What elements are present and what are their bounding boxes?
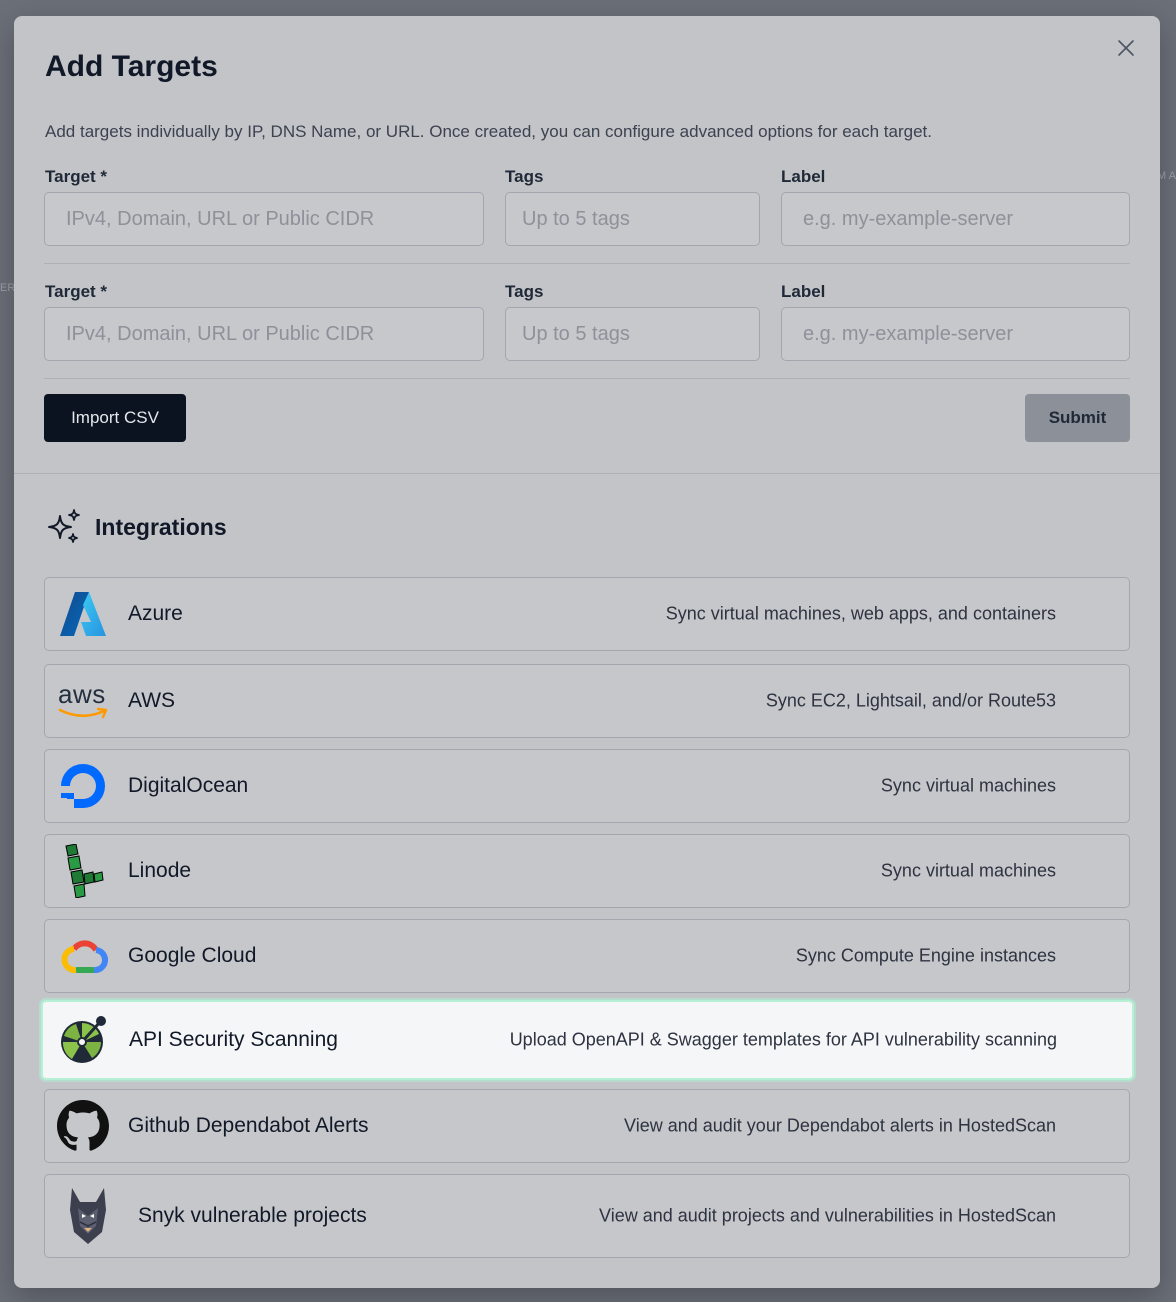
add-targets-modal: Add Targets Add targets individually by … [14, 16, 1160, 1288]
tags-label: Tags [505, 167, 544, 186]
target-input[interactable]: IPv4, Domain, URL or Public CIDR [44, 307, 484, 361]
close-icon [1118, 40, 1134, 56]
integration-name: Azure [128, 602, 183, 625]
azure-logo [56, 587, 110, 641]
integration-name: Github Dependabot Alerts [128, 1114, 369, 1137]
integration-name: Google Cloud [128, 944, 257, 967]
google-cloud-logo [56, 929, 110, 983]
label-input-placeholder: e.g. my-example-server [803, 322, 1014, 345]
aws-logo: aws [56, 674, 110, 728]
integration-name: Linode [128, 859, 192, 882]
digitalocean-logo [56, 759, 110, 813]
target-input-placeholder: IPv4, Domain, URL or Public CIDR [66, 322, 375, 345]
integration-description: View and audit projects and vulnerabilit… [599, 1205, 1056, 1226]
integration-card-github-dependabot[interactable]: Github Dependabot Alerts View and audit … [44, 1089, 1130, 1163]
label-input-placeholder: e.g. my-example-server [803, 207, 1014, 230]
label-input[interactable]: e.g. my-example-server [781, 192, 1130, 246]
integrations-header: Integrations [45, 508, 227, 546]
integration-description: Upload OpenAPI & Swagger templates for A… [509, 1029, 1057, 1050]
row-divider [44, 378, 1130, 379]
integration-card-snyk[interactable]: Snyk vulnerable projects View and audit … [44, 1174, 1130, 1258]
integration-card-api-security-scanning[interactable]: API Security Scanning Upload OpenAPI & S… [41, 1000, 1134, 1080]
github-logo [56, 1099, 110, 1153]
target-label: Target * [45, 167, 108, 186]
section-divider [14, 473, 1160, 474]
integration-description: Sync virtual machines, web apps, and con… [665, 603, 1056, 624]
integration-name: DigitalOcean [128, 774, 249, 797]
label-label: Label [781, 282, 826, 301]
integration-card-aws[interactable]: aws AWS Sync EC2, Lightsail, and/or Rout… [44, 664, 1130, 738]
integration-card-linode[interactable]: Linode Sync virtual machines [44, 834, 1130, 908]
modal-title: Add Targets [45, 50, 218, 83]
linode-logo [56, 844, 110, 898]
tags-input[interactable]: Up to 5 tags [505, 307, 760, 361]
import-csv-button[interactable]: Import CSV [44, 394, 186, 442]
aws-logo-text: aws [58, 679, 106, 709]
api-scan-logo [57, 1013, 111, 1067]
submit-button[interactable]: Submit [1025, 394, 1130, 442]
backdrop-edge-left: ER [0, 282, 16, 294]
integration-description: Sync virtual machines [880, 775, 1056, 796]
tags-input-placeholder: Up to 5 tags [522, 322, 630, 345]
integration-name: Snyk vulnerable projects [138, 1204, 367, 1227]
integration-description: Sync virtual machines [880, 860, 1056, 881]
target-input[interactable]: IPv4, Domain, URL or Public CIDR [44, 192, 484, 246]
integration-name: AWS [128, 689, 176, 712]
tags-input[interactable]: Up to 5 tags [505, 192, 760, 246]
integration-description: Sync EC2, Lightsail, and/or Route53 [765, 690, 1056, 711]
snyk-logo [63, 1185, 113, 1247]
label-label: Label [781, 167, 826, 186]
integrations-title: Integrations [95, 513, 227, 540]
integration-description: View and audit your Dependabot alerts in… [624, 1115, 1056, 1136]
target-label: Target * [45, 282, 108, 301]
target-input-placeholder: IPv4, Domain, URL or Public CIDR [66, 207, 375, 230]
tags-label: Tags [505, 282, 544, 301]
integration-description: Sync Compute Engine instances [795, 945, 1056, 966]
integration-card-azure[interactable]: Azure Sync virtual machines, web apps, a… [44, 577, 1130, 651]
sparkles-icon [48, 509, 80, 543]
label-input[interactable]: e.g. my-example-server [781, 307, 1130, 361]
row-divider [44, 263, 1130, 264]
integration-name: API Security Scanning [129, 1028, 338, 1051]
tags-input-placeholder: Up to 5 tags [522, 207, 630, 230]
close-button[interactable] [1114, 36, 1138, 60]
integration-card-digitalocean[interactable]: DigitalOcean Sync virtual machines [44, 749, 1130, 823]
integration-card-google-cloud[interactable]: Google Cloud Sync Compute Engine instanc… [44, 919, 1130, 993]
modal-description: Add targets individually by IP, DNS Name… [45, 122, 933, 141]
